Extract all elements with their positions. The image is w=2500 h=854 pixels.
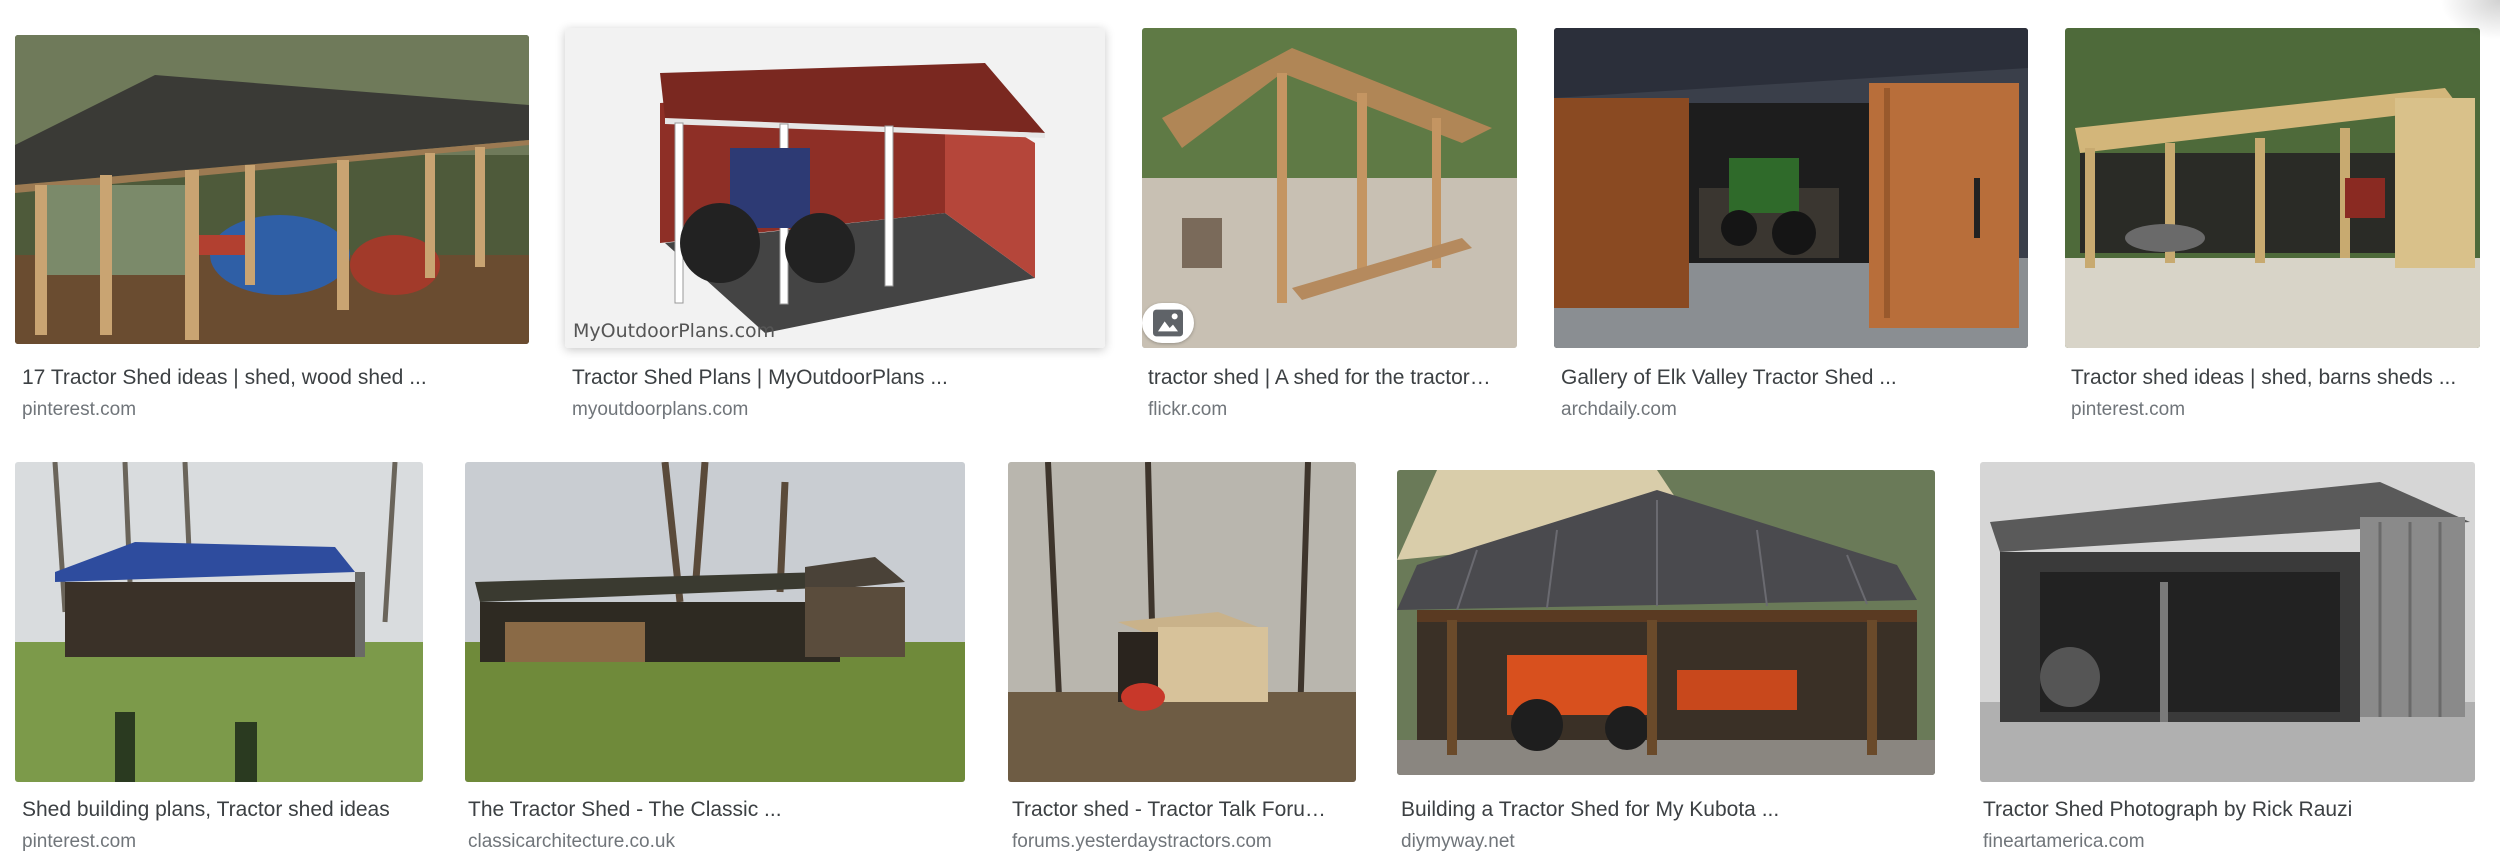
result-source: pinterest.com [22, 831, 137, 852]
lean-to-frame-photo [1142, 28, 1517, 348]
result-title[interactable]: Tractor shed - Tractor Talk Foru… [1012, 797, 1352, 823]
bw-old-shed-photo [1980, 462, 2475, 782]
result-source: pinterest.com [2071, 399, 2186, 420]
panel-edge-shadow [2440, 0, 2500, 40]
result-thumbnail[interactable] [15, 462, 423, 782]
result-source: pinterest.com [22, 399, 137, 420]
result-thumbnail[interactable] [1008, 462, 1356, 782]
result-source: diymyway.net [1401, 831, 1515, 852]
result-source: forums.yesterdaystractors.com [1012, 831, 1272, 852]
result-source: fineartamerica.com [1983, 831, 2145, 852]
blue-roof-shed-photo [15, 462, 423, 782]
result-source: archdaily.com [1561, 399, 1677, 420]
result-thumbnail[interactable] [1554, 28, 2028, 348]
result-title[interactable]: Building a Tractor Shed for My Kubota ..… [1401, 797, 1931, 823]
result-title[interactable]: Gallery of Elk Valley Tractor Shed ... [1561, 365, 2021, 391]
small-shed-woods-photo [1008, 462, 1356, 782]
open-pole-shed-photo [15, 35, 529, 344]
result-title[interactable]: Tractor Shed Photograph by Rick Rauzi [1983, 797, 2473, 823]
result-source: classicarchitecture.co.uk [468, 831, 675, 852]
result-thumbnail[interactable]: MyOutdoorPlans.com [565, 28, 1105, 348]
result-thumbnail[interactable] [15, 35, 529, 344]
result-title[interactable]: 17 Tractor Shed ideas | shed, wood shed … [22, 365, 532, 391]
kubota-shed-photo [1397, 470, 1935, 775]
result-thumbnail[interactable] [1980, 462, 2475, 782]
result-source: flickr.com [1148, 399, 1228, 420]
result-thumbnail[interactable] [1397, 470, 1935, 775]
watermark: MyOutdoorPlans.com [573, 320, 776, 342]
result-source: myoutdoorplans.com [572, 399, 749, 420]
result-thumbnail[interactable] [2065, 28, 2480, 348]
shed-plan-render [565, 28, 1105, 348]
image-icon [1142, 303, 1194, 343]
modern-barn-photo [1554, 28, 2028, 348]
result-title[interactable]: Tractor Shed Plans | MyOutdoorPlans ... [572, 365, 1092, 391]
result-thumbnail[interactable] [1142, 28, 1517, 348]
pole-barn-photo [2065, 28, 2480, 348]
woodpile-shed-photo [465, 462, 965, 782]
result-title[interactable]: Tractor shed ideas | shed, barns sheds .… [2071, 365, 2476, 391]
result-title[interactable]: Shed building plans, Tractor shed ideas [22, 797, 422, 823]
result-title[interactable]: tractor shed | A shed for the tractor… [1148, 365, 1510, 391]
result-thumbnail[interactable] [465, 462, 965, 782]
result-title[interactable]: The Tractor Shed - The Classic ... [468, 797, 958, 823]
